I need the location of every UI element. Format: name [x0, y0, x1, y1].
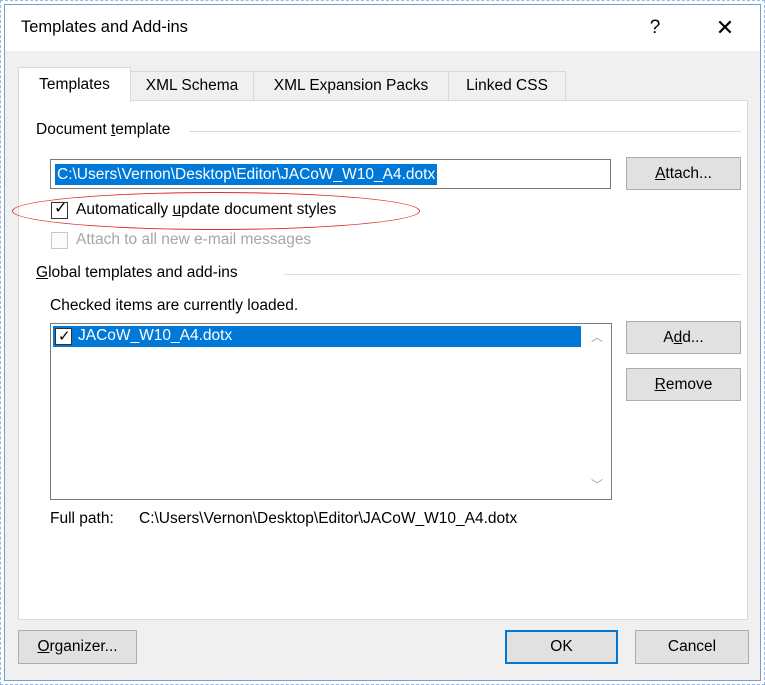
- attach-button[interactable]: Attach...: [626, 157, 741, 190]
- auto-update-checkbox[interactable]: ✓: [51, 200, 68, 219]
- close-button[interactable]: ✕: [705, 13, 745, 43]
- document-template-path-value: C:\Users\Vernon\Desktop\Editor\JACoW_W10…: [55, 164, 438, 185]
- attach-email-label: Attach to all new e-mail messages: [76, 231, 312, 248]
- check-icon: ✓: [58, 328, 71, 345]
- full-path-label: Full path:: [50, 510, 114, 527]
- list-item-label: JACoW_W10_A4.dotx: [78, 327, 233, 344]
- templates-addins-dialog: Templates and Add-ins ? ✕ Templates XML …: [4, 4, 761, 681]
- document-template-heading: Document template: [36, 121, 179, 139]
- tab-xml-schema[interactable]: XML Schema: [130, 71, 254, 101]
- divider: [189, 131, 741, 132]
- global-templates-list[interactable]: ✓ JACoW_W10_A4.dotx ︿ ﹀: [50, 323, 612, 500]
- attach-email-checkbox[interactable]: [51, 232, 68, 249]
- remove-button[interactable]: Remove: [626, 368, 741, 401]
- auto-update-label[interactable]: Automatically update document styles: [76, 201, 336, 219]
- tab-templates[interactable]: Templates: [18, 67, 131, 102]
- list-scrollbar[interactable]: ︿ ﹀: [583, 324, 611, 499]
- list-item[interactable]: ✓ JACoW_W10_A4.dotx: [53, 326, 581, 347]
- loaded-items-hint: Checked items are currently loaded.: [50, 297, 299, 314]
- chevron-up-icon[interactable]: ︿: [591, 328, 603, 345]
- chevron-down-icon[interactable]: ﹀: [591, 476, 603, 493]
- templates-tab-panel: Document template C:\Users\Vernon\Deskto…: [18, 100, 748, 620]
- list-item-checkbox[interactable]: ✓: [55, 328, 72, 345]
- add-button[interactable]: Add...: [626, 321, 741, 354]
- document-template-path-field[interactable]: C:\Users\Vernon\Desktop\Editor\JACoW_W10…: [50, 159, 611, 189]
- dialog-title: Templates and Add-ins: [21, 18, 188, 36]
- full-path-value: C:\Users\Vernon\Desktop\Editor\JACoW_W10…: [139, 510, 518, 527]
- cancel-button[interactable]: Cancel: [635, 630, 749, 664]
- tab-linked-css[interactable]: Linked CSS: [448, 71, 566, 101]
- tab-xml-expansion-packs[interactable]: XML Expansion Packs: [253, 71, 449, 101]
- title-bar: Templates and Add-ins ? ✕: [5, 5, 760, 51]
- ok-button[interactable]: OK: [505, 630, 618, 664]
- organizer-button[interactable]: Organizer...: [18, 630, 137, 664]
- divider: [284, 274, 741, 275]
- help-button[interactable]: ?: [637, 13, 673, 43]
- global-templates-heading: Global templates and add-ins: [36, 264, 246, 282]
- check-icon: ✓: [54, 200, 68, 217]
